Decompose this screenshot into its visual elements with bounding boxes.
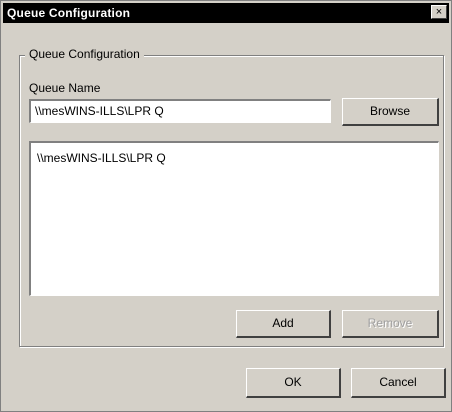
cancel-button[interactable]: Cancel: [351, 368, 446, 398]
browse-button[interactable]: Browse: [342, 98, 439, 126]
add-button[interactable]: Add: [236, 310, 331, 338]
close-icon: ×: [435, 6, 443, 18]
window-title: Queue Configuration: [7, 6, 131, 20]
ok-button[interactable]: OK: [246, 368, 341, 398]
queue-name-input[interactable]: \\mesWINS-ILLS\LPR Q: [29, 99, 331, 123]
close-button[interactable]: ×: [431, 5, 447, 19]
group-legend: Queue Configuration: [25, 47, 144, 61]
queue-configuration-dialog: Queue Configuration × Queue Configuratio…: [0, 0, 452, 412]
queue-name-label: Queue Name: [29, 81, 101, 95]
title-bar[interactable]: Queue Configuration ×: [3, 3, 449, 23]
list-item[interactable]: \\mesWINS-ILLS\LPR Q: [35, 149, 434, 167]
remove-button[interactable]: Remove: [342, 310, 439, 338]
queue-list[interactable]: \\mesWINS-ILLS\LPR Q: [29, 141, 439, 296]
